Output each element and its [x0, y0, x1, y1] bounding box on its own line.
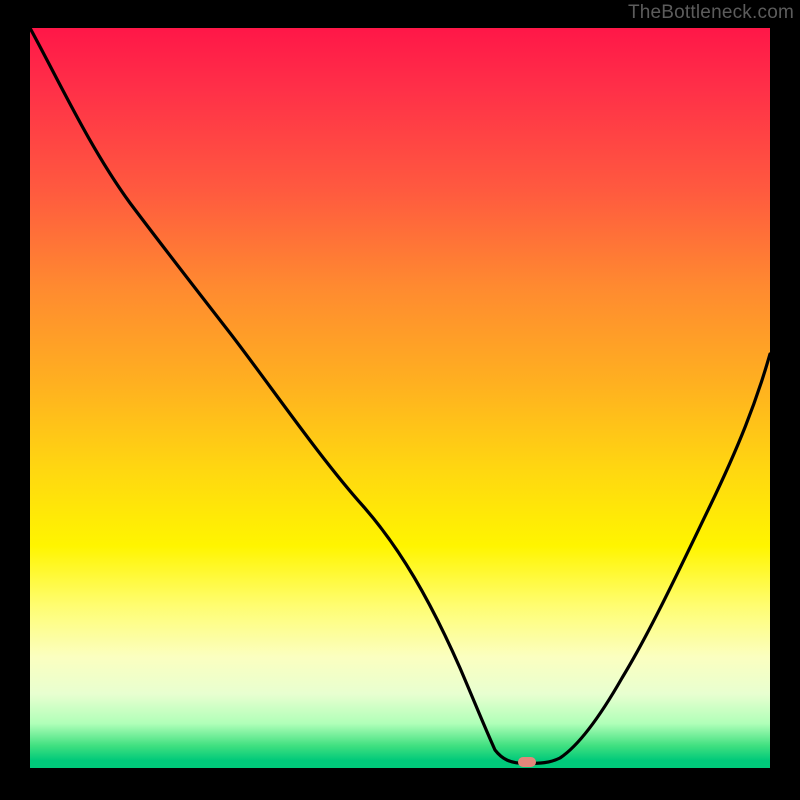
bottleneck-curve	[30, 28, 770, 764]
plot-area	[30, 28, 770, 768]
bottleneck-marker	[518, 757, 536, 767]
chart-container: TheBottleneck.com	[0, 0, 800, 800]
curve-layer	[30, 28, 770, 768]
watermark-text: TheBottleneck.com	[628, 2, 794, 24]
